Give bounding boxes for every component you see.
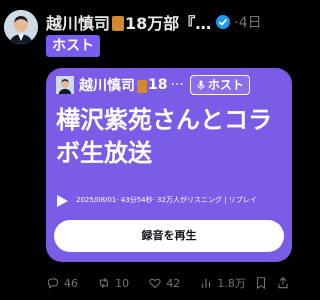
space-title: 樺沢紫苑さんとコラボ生放送 (56, 106, 272, 167)
play-icon[interactable] (55, 194, 69, 208)
post-time[interactable]: ·4日 (234, 12, 261, 32)
repost-button[interactable]: 10 (97, 276, 148, 290)
card-header: 越川慎司 18 ··· ホスト (56, 74, 284, 96)
share-icon (278, 277, 288, 289)
bookmark-icon (257, 277, 266, 290)
author-name[interactable]: 越川慎司 (46, 10, 110, 34)
book-icon (137, 79, 147, 93)
reply-count: 46 (64, 276, 78, 290)
card-avatar (56, 76, 74, 94)
reply-button[interactable]: 46 (46, 276, 97, 290)
card-ellipsis: ··· (170, 77, 184, 93)
mic-icon (197, 80, 205, 90)
views-chart-icon (202, 278, 211, 288)
space-meta: 2025/08/01· 43分54秒· 32万人がリスニング | リプレイ (76, 196, 257, 204)
card-host-label: ホスト (207, 78, 244, 92)
heart-icon (149, 278, 161, 289)
book-icon (112, 15, 125, 31)
card-host-badge: ホスト (189, 75, 250, 95)
repost-icon (100, 277, 109, 289)
space-card[interactable]: 越川慎司 18 ··· ホスト 樺沢紫苑さんとコラボ生放送 2025/08/01… (46, 68, 292, 262)
views-button[interactable]: 1.8万 (199, 275, 254, 291)
bookmark-button[interactable] (254, 276, 276, 290)
post-header: 越川慎司 18万部『… ·4日 (46, 10, 300, 34)
like-button[interactable]: 42 (148, 276, 199, 290)
share-button[interactable] (276, 276, 294, 290)
author-name-suffix[interactable]: 18万部『… (125, 10, 211, 34)
card-author-name: 越川慎司 (79, 78, 135, 94)
views-count: 1.8万 (217, 277, 246, 290)
like-count: 42 (166, 276, 181, 290)
host-badge: ホスト (46, 35, 100, 57)
repost-count: 10 (115, 276, 130, 290)
play-recording-button[interactable]: 録音を再生 (54, 220, 284, 252)
author-avatar[interactable] (4, 10, 38, 44)
action-bar: 46 10 42 1.8万 (46, 274, 294, 292)
verified-badge-icon (215, 14, 231, 30)
reply-icon (47, 278, 59, 289)
card-author-suffix: 18 (148, 77, 168, 93)
